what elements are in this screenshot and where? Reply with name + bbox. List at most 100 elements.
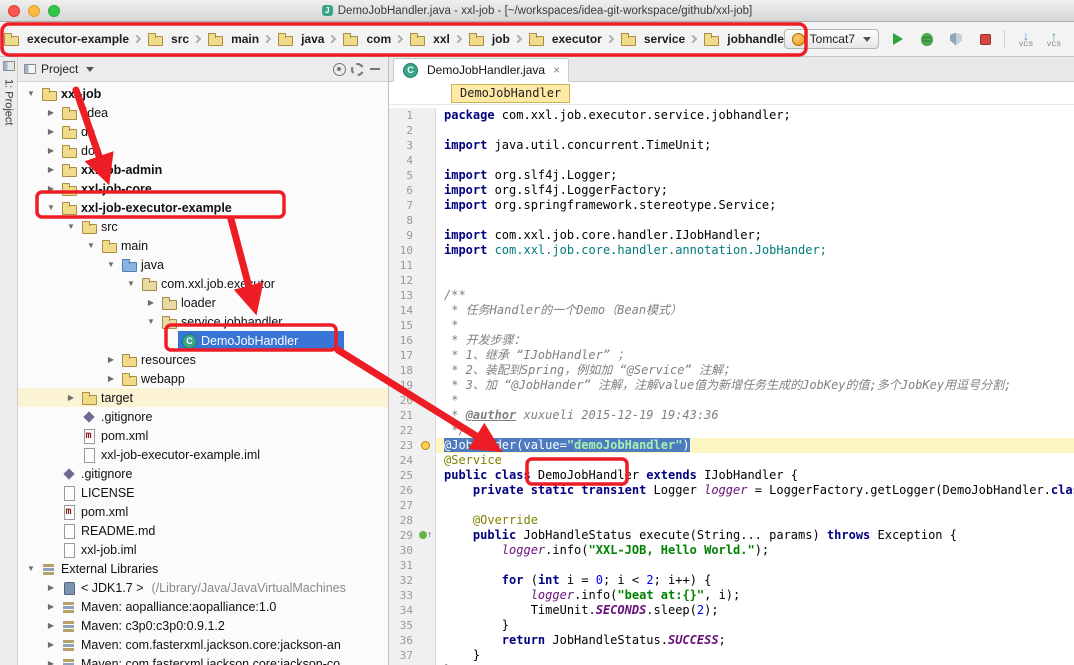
line-number[interactable]: 36 — [389, 633, 419, 648]
tree-row[interactable]: .gitignore — [18, 464, 388, 483]
code-line[interactable]: 29 public JobHandleStatus execute(String… — [389, 528, 1074, 543]
tree-row[interactable]: LICENSE — [18, 483, 388, 502]
code-line[interactable]: 31 — [389, 558, 1074, 573]
intention-bulb-icon[interactable] — [419, 438, 435, 453]
chevron-expanded-icon[interactable]: ▼ — [24, 564, 38, 573]
line-number[interactable]: 18 — [389, 363, 419, 378]
breadcrumb-item[interactable]: java — [276, 29, 325, 49]
line-number[interactable]: 5 — [389, 168, 419, 183]
tree-row[interactable]: ▶loader — [18, 293, 388, 312]
chevron-expanded-icon[interactable]: ▼ — [144, 317, 158, 326]
line-number[interactable]: 12 — [389, 273, 419, 288]
project-toolwindow-label[interactable]: 1: Project — [3, 79, 15, 125]
chevron-expanded-icon[interactable]: ▼ — [84, 241, 98, 250]
code-line[interactable]: 9import com.xxl.job.core.handler.IJobHan… — [389, 228, 1074, 243]
code-line[interactable]: 8 — [389, 213, 1074, 228]
chevron-expanded-icon[interactable]: ▼ — [44, 203, 58, 212]
line-number[interactable]: 11 — [389, 258, 419, 273]
tree-row[interactable]: ▼src — [18, 217, 388, 236]
line-number[interactable]: 10 — [389, 243, 419, 258]
tree-row[interactable]: ▶target — [18, 388, 388, 407]
line-number[interactable]: 22 — [389, 423, 419, 438]
vcs-update-button[interactable]: ↓VCS — [1014, 31, 1038, 48]
tree-row[interactable]: ▶< JDK1.7 >(/Library/Java/JavaVirtualMac… — [18, 578, 388, 597]
chevron-collapsed-icon[interactable]: ▶ — [44, 621, 58, 630]
code-line[interactable]: 7import org.springframework.stereotype.S… — [389, 198, 1074, 213]
override-marker-icon[interactable] — [419, 528, 435, 543]
code-line[interactable]: 15 * — [389, 318, 1074, 333]
code-line[interactable]: 24@Service — [389, 453, 1074, 468]
breadcrumb-item[interactable]: com — [341, 29, 392, 49]
chevron-collapsed-icon[interactable]: ▶ — [104, 355, 118, 364]
code-line[interactable]: 21 * @author xuxueli 2015-12-19 19:43:36 — [389, 408, 1074, 423]
code-line[interactable]: 19 * 3、加 “@JobHander” 注解，注解value值为新增任务生成… — [389, 378, 1074, 393]
breadcrumb-item[interactable]: executor — [527, 29, 603, 49]
breadcrumb-item[interactable]: main — [206, 29, 260, 49]
line-number[interactable]: 16 — [389, 333, 419, 348]
gear-icon[interactable] — [351, 63, 364, 76]
tree-row[interactable]: ▼xxl-job — [18, 84, 388, 103]
chevron-collapsed-icon[interactable]: ▶ — [44, 127, 58, 136]
code-line[interactable]: 10import com.xxl.job.core.handler.annota… — [389, 243, 1074, 258]
tree-row[interactable]: ▶doc — [18, 141, 388, 160]
line-number[interactable]: 26 — [389, 483, 419, 498]
chevron-collapsed-icon[interactable]: ▶ — [64, 393, 78, 402]
breadcrumb-item[interactable]: xxl — [408, 29, 451, 49]
chevron-collapsed-icon[interactable]: ▶ — [44, 184, 58, 193]
line-number[interactable]: 28 — [389, 513, 419, 528]
line-number[interactable]: 4 — [389, 153, 419, 168]
run-button[interactable] — [888, 29, 908, 49]
tree-row[interactable]: ▶db — [18, 122, 388, 141]
tree-row[interactable]: .gitignore — [18, 407, 388, 426]
tree-row[interactable]: ▼xxl-job-executor-example — [18, 198, 388, 217]
tree-row[interactable]: README.md — [18, 521, 388, 540]
code-line[interactable]: 11 — [389, 258, 1074, 273]
tree-row[interactable]: DemoJobHandler — [18, 331, 388, 350]
line-number[interactable]: 6 — [389, 183, 419, 198]
project-toolwindow-icon[interactable] — [3, 61, 15, 71]
zoom-window-button[interactable] — [48, 5, 60, 17]
chevron-expanded-icon[interactable]: ▼ — [124, 279, 138, 288]
line-number[interactable]: 14 — [389, 303, 419, 318]
run-configuration-select[interactable]: Tomcat7 — [784, 29, 879, 49]
line-number[interactable]: 33 — [389, 588, 419, 603]
code-line[interactable]: 26 private static transient Logger logge… — [389, 483, 1074, 498]
line-number[interactable]: 35 — [389, 618, 419, 633]
close-window-button[interactable] — [8, 5, 20, 17]
line-number[interactable]: 15 — [389, 318, 419, 333]
line-number[interactable]: 27 — [389, 498, 419, 513]
chevron-collapsed-icon[interactable]: ▶ — [44, 108, 58, 117]
code-line[interactable]: 22 */ — [389, 423, 1074, 438]
stop-button[interactable] — [975, 29, 995, 49]
line-number[interactable]: 1 — [389, 108, 419, 123]
chevron-collapsed-icon[interactable]: ▶ — [44, 659, 58, 665]
tree-row[interactable]: ▶Maven: c3p0:c3p0:0.9.1.2 — [18, 616, 388, 635]
code-line[interactable]: 14 * 任务Handler的一个Demo（Bean模式） — [389, 303, 1074, 318]
line-number[interactable]: 30 — [389, 543, 419, 558]
code-line[interactable]: 20 * — [389, 393, 1074, 408]
vcs-commit-button[interactable]: ↑VCS — [1042, 31, 1066, 48]
tree-row[interactable]: ▶Maven: aopalliance:aopalliance:1.0 — [18, 597, 388, 616]
breadcrumb-item[interactable]: job — [467, 29, 511, 49]
tree-row[interactable]: ▶resources — [18, 350, 388, 369]
tree-row[interactable]: xxl-job.iml — [18, 540, 388, 559]
chevron-collapsed-icon[interactable]: ▶ — [104, 374, 118, 383]
breadcrumb-item[interactable]: service — [619, 29, 686, 49]
line-number[interactable]: 34 — [389, 603, 419, 618]
code-line[interactable]: 23@JobHander(value="demoJobHandler") — [389, 438, 1074, 453]
code-line[interactable]: 17 * 1、继承 “IJobHandler” ； — [389, 348, 1074, 363]
code-line[interactable]: 36 return JobHandleStatus.SUCCESS; — [389, 633, 1074, 648]
tree-row[interactable]: ▶Maven: com.fasterxml.jackson.core:jacks… — [18, 635, 388, 654]
line-number[interactable]: 23 — [389, 438, 419, 453]
tree-row[interactable]: ▼main — [18, 236, 388, 255]
breadcrumb-item[interactable]: jobhandler — [702, 29, 783, 49]
code-line[interactable]: 18 * 2、装配到Spring，例如加 “@Service” 注解； — [389, 363, 1074, 378]
line-number[interactable]: 2 — [389, 123, 419, 138]
coverage-button[interactable] — [946, 29, 966, 49]
code-line[interactable]: 13/** — [389, 288, 1074, 303]
chevron-collapsed-icon[interactable]: ▶ — [44, 583, 58, 592]
code-line[interactable]: 30 logger.info("XXL-JOB, Hello World."); — [389, 543, 1074, 558]
code-line[interactable]: 5import org.slf4j.Logger; — [389, 168, 1074, 183]
chevron-collapsed-icon[interactable]: ▶ — [44, 640, 58, 649]
tree-row[interactable]: ▶xxl-job-admin — [18, 160, 388, 179]
